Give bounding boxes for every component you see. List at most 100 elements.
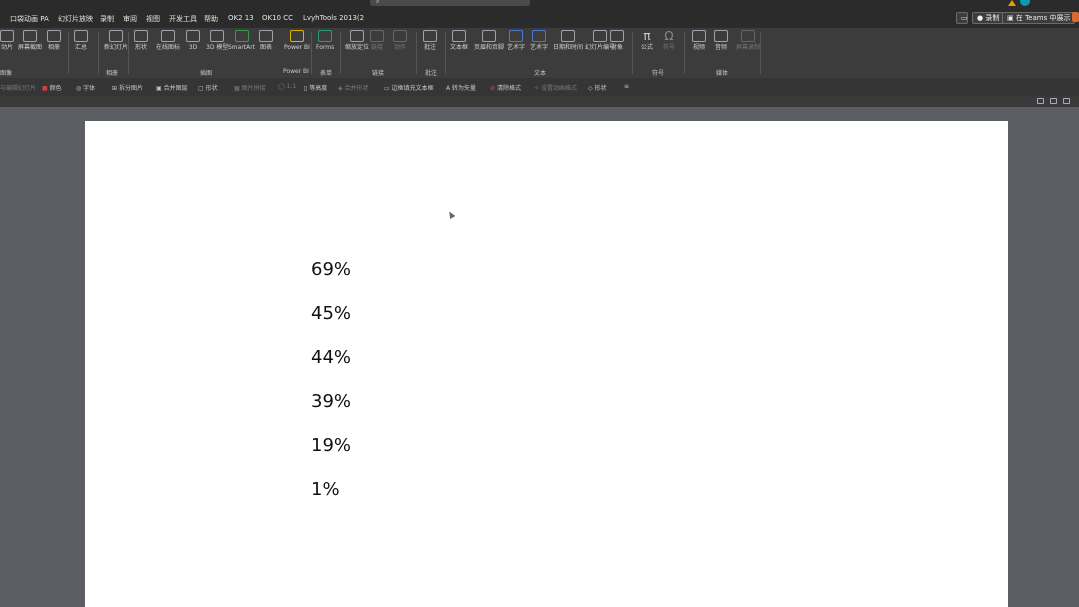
toolbar-overflow[interactable]: ≡ — [624, 83, 629, 90]
toolbar-label: 设置动画格式 — [540, 85, 577, 92]
ribbon-button-object[interactable]: 对象 — [610, 30, 624, 51]
tab-ok2[interactable]: OK2 13 — [228, 14, 254, 22]
ribbon-button-audio[interactable]: 音频 — [714, 30, 728, 51]
ribbon-label: 在线图标 — [156, 44, 181, 51]
ribbon-button-summary[interactable]: 汇总 — [74, 30, 88, 51]
title-bar — [0, 0, 1079, 8]
tab-ok10[interactable]: OK10 CC — [262, 14, 293, 22]
group-label: Power BI — [283, 68, 309, 75]
group-separator — [340, 32, 341, 74]
toolbar-item-shape[interactable]: ▢ 形状 — [198, 83, 218, 92]
ribbon-button-shapes[interactable]: 形状 — [134, 30, 148, 51]
group-separator — [684, 32, 685, 74]
fit-icon[interactable] — [1050, 98, 1057, 104]
ribbon-button-power-bi[interactable]: Power BI — [284, 30, 310, 51]
ribbon-button-zoom[interactable]: 缩放定位 — [345, 30, 369, 51]
comment-icon — [423, 30, 437, 42]
toolbar-label: 形状 — [205, 85, 218, 92]
percentage-text[interactable]: 45% — [311, 303, 351, 324]
tab-developer[interactable]: 开发工具 — [169, 14, 197, 24]
ribbon-button-header-footer[interactable]: 页眉和页脚 — [474, 30, 504, 51]
group-separator — [760, 32, 761, 74]
tab-pocket-animation[interactable]: 口袋动画 PA — [10, 14, 49, 24]
ribbon-button-3d-model[interactable]: 3D 模型 — [206, 30, 228, 51]
tab-lvyhtools[interactable]: LvyhTools 2013(2 — [303, 14, 364, 22]
percentage-text[interactable]: 1% — [311, 479, 340, 500]
toolbar-item-animation-format[interactable]: ✧ 设置动画格式 — [534, 83, 577, 92]
toolbar-label: 边框填充文本框 — [391, 85, 434, 92]
group-separator — [416, 32, 417, 74]
ribbon-button-picture[interactable]: 动片 — [0, 30, 14, 51]
percentage-text[interactable]: 19% — [311, 435, 351, 456]
wordart-icon — [532, 30, 546, 42]
ribbon-button-video[interactable]: 视频 — [692, 30, 706, 51]
tab-record[interactable]: 录制 — [100, 14, 114, 24]
tab-help[interactable]: 帮助 — [204, 14, 218, 24]
ribbon-button-symbol[interactable]: Ω 符号 — [662, 30, 676, 51]
toolbar-item-equal-height[interactable]: ▯ 等高度 — [304, 83, 327, 92]
chart-icon — [259, 30, 273, 42]
group-separator — [128, 32, 129, 74]
addin-icon[interactable] — [1072, 12, 1079, 22]
toolbar-item-picture-join[interactable]: ▦ 图片拼接 — [234, 83, 266, 92]
ribbon-button-date-time[interactable]: 日期和时间 — [553, 30, 583, 51]
percentage-text[interactable]: 39% — [311, 391, 351, 412]
font-icon: ◎ — [76, 85, 82, 92]
overflow-icon: ≡ — [624, 83, 630, 90]
teams-present-button[interactable]: ▣ 在 Teams 中展示 — [1002, 12, 1076, 24]
audio-icon — [714, 30, 728, 42]
ribbon-button-new-slide[interactable]: 新幻灯片 — [104, 30, 128, 51]
ribbon-button-smartart[interactable]: SmartArt — [228, 30, 255, 51]
toolbar-item-shape-2[interactable]: ◇ 形状 — [588, 83, 607, 92]
toolbar-item-merge-layers[interactable]: ▣ 合并图层 — [156, 83, 188, 92]
search-box[interactable]: ⌕ — [370, 0, 530, 6]
document-page[interactable]: 69% 45% 44% 39% 19% 1% — [85, 121, 1008, 607]
toolbar-label: 转为矢量 — [452, 85, 477, 92]
toolbar-item-ratio[interactable]: ◯ 1:1 — [278, 83, 296, 90]
textbox-icon: ▭ — [384, 85, 390, 92]
secondary-toolbar: 与编辑幻灯片 ■ 颜色 ◎ 字体 ⊞ 拆分图片 ▣ 合并图层 ▢ 形状 ▦ 图片… — [0, 78, 1079, 96]
percentage-text[interactable]: 69% — [311, 259, 351, 280]
toolbar-item-font[interactable]: ◎ 字体 — [76, 83, 95, 92]
split-icon: ⊞ — [112, 85, 118, 92]
toolbar-item-border-fill-textbox[interactable]: ▭ 边框填充文本框 — [384, 83, 434, 92]
toolbar-item-color[interactable]: ■ 颜色 — [42, 83, 62, 92]
percentage-text[interactable]: 44% — [311, 347, 351, 368]
ribbon-button-3d[interactable]: 3D — [186, 30, 200, 51]
ribbon-button-chart[interactable]: 图表 — [259, 30, 273, 51]
ribbon-button-action[interactable]: 动作 — [393, 30, 407, 51]
ribbon-button-equation[interactable]: π 公式 — [640, 30, 654, 51]
ribbon-button-album[interactable]: 相册 — [47, 30, 61, 51]
group-label: 文本 — [534, 70, 547, 77]
ribbon-button-screenshot[interactable]: 屏幕截图 — [18, 30, 42, 51]
tab-review[interactable]: 审阅 — [123, 14, 137, 24]
comment-button[interactable]: ▭ — [956, 12, 968, 24]
ribbon-button-online-icons[interactable]: 在线图标 — [156, 30, 180, 51]
view-icon[interactable] — [1063, 98, 1070, 104]
ribbon-button-wordart[interactable]: 艺术字 — [530, 30, 548, 51]
ribbon-button-textbox[interactable]: 文本框 — [450, 30, 468, 51]
group-label: 图像 — [0, 70, 13, 77]
toolbar-item-merge-shapes[interactable]: ◈ 合并形状 — [338, 83, 369, 92]
toolbar-item-edit-slide[interactable]: 与编辑幻灯片 — [0, 83, 36, 92]
ribbon-button-wordart-vertical[interactable]: 艺术字 — [507, 30, 525, 51]
record-button[interactable]: ● 录制 — [972, 12, 1005, 24]
zoom-icon — [350, 30, 364, 42]
toolbar-item-clear-format[interactable]: ⊘ 清除格式 — [490, 83, 521, 92]
merge-icon: ▣ — [156, 85, 162, 92]
video-icon — [692, 30, 706, 42]
zoom-icon[interactable] — [1037, 98, 1044, 104]
ribbon-button-screen-record[interactable]: 屏幕录制 — [736, 30, 760, 51]
toolbar-item-to-vector[interactable]: A 转为矢量 — [446, 83, 476, 92]
tab-slideshow[interactable]: 幻灯片放映 — [58, 14, 93, 24]
ribbon-button-comment[interactable]: 批注 — [423, 30, 437, 51]
ribbon-button-link[interactable]: 链接 — [370, 30, 384, 51]
teams-icon: ▣ — [1007, 14, 1014, 22]
textbox-icon — [452, 30, 466, 42]
ribbon-label: 公式 — [640, 44, 653, 51]
screenshot-icon — [23, 30, 37, 42]
ribbon-button-forms[interactable]: Forms — [316, 30, 334, 51]
menu-bar: 口袋动画 PA 幻灯片放映 录制 审阅 视图 开发工具 帮助 OK2 13 OK… — [0, 8, 1079, 28]
toolbar-item-split-picture[interactable]: ⊞ 拆分图片 — [112, 83, 143, 92]
tab-view[interactable]: 视图 — [146, 14, 160, 24]
